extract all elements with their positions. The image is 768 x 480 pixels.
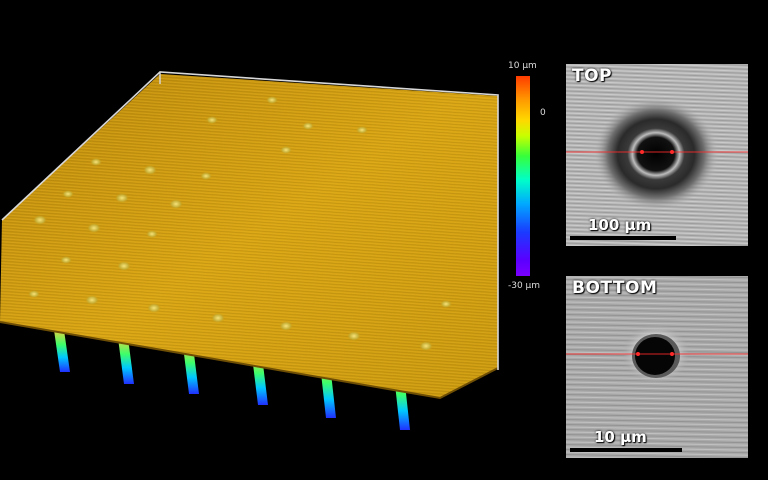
height-colorbar [516, 76, 530, 276]
colorbar-zero-label: 0 [540, 108, 546, 118]
bottom-micrograph: BOTTOM 10 µm [566, 276, 748, 458]
colorbar-max-label: 10 µm [508, 61, 537, 71]
top-label: TOP [572, 66, 613, 86]
bottom-scalebar [570, 448, 682, 452]
figure-stage: 10 µm 0 -30 µm TOP 100 µm BOTTOM 10 µm [0, 0, 768, 480]
bottom-label: BOTTOM [572, 278, 658, 298]
top-micrograph: TOP 100 µm [566, 64, 748, 246]
top-scale-label: 100 µm [588, 216, 652, 234]
colorbar-min-label: -30 µm [508, 281, 541, 291]
top-scalebar [570, 236, 676, 240]
bottom-scale-label: 10 µm [594, 428, 647, 446]
